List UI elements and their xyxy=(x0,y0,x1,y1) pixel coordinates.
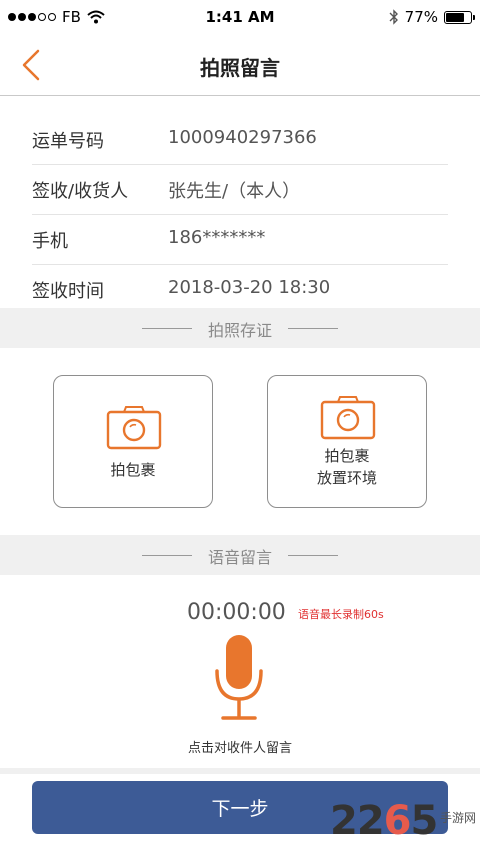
recording-timer: 00:00:00 xyxy=(187,600,286,625)
recording-limit-note: 语音最长录制60s xyxy=(298,608,384,621)
watermark-logo: 2265 xyxy=(330,798,439,844)
waybill-label: 运单号码 xyxy=(32,131,104,152)
status-right: 77% xyxy=(389,8,475,26)
photo-environment-label-1: 拍包裹 xyxy=(324,447,370,465)
phone-value: 186******* xyxy=(168,227,266,248)
photo-environment-button[interactable]: 拍包裹 放置环境 xyxy=(267,375,427,508)
battery-percent: 77% xyxy=(404,8,438,26)
info-row-waybill: 运单号码 1000940297366 xyxy=(32,115,448,165)
sign-time-label: 签收时间 xyxy=(32,281,104,302)
microphone-icon[interactable] xyxy=(213,633,265,721)
info-row-phone: 手机 186******* xyxy=(32,215,448,265)
nav-bar: 拍照留言 xyxy=(0,34,480,96)
microphone-caption: 点击对收件人留言 xyxy=(187,741,292,756)
battery-icon xyxy=(444,10,475,24)
watermark-part-a: 22 xyxy=(330,798,385,844)
divider-line xyxy=(288,328,338,329)
sign-time-value: 2018-03-20 18:30 xyxy=(168,277,331,298)
watermark-sub: 手游网 xyxy=(440,811,477,825)
bluetooth-icon xyxy=(389,9,398,25)
photo-package-button[interactable]: 拍包裹 xyxy=(53,375,213,508)
camera-icon xyxy=(106,406,162,450)
status-bar: FB 1:41 AM 77% xyxy=(0,0,480,34)
watermark-part-b: 6 xyxy=(383,798,412,844)
photo-package-label: 拍包裹 xyxy=(110,461,156,479)
photo-environment-label-2: 放置环境 xyxy=(316,469,377,487)
divider-line xyxy=(288,555,338,556)
receiver-label: 签收/收货人 xyxy=(32,181,129,202)
info-row-receiver: 签收/收货人 张先生/（本人） xyxy=(32,165,448,215)
waybill-value: 1000940297366 xyxy=(168,127,317,148)
battery-fill xyxy=(446,12,465,22)
voice-section-title: 语音留言 xyxy=(207,548,272,567)
photo-section-header: 拍照存证 xyxy=(0,308,480,348)
voice-section-header: 语音留言 xyxy=(0,535,480,575)
waybill-info: 运单号码 1000940297366 签收/收货人 张先生/（本人） 手机 18… xyxy=(0,115,480,315)
phone-label: 手机 xyxy=(32,231,68,252)
receiver-value: 张先生/（本人） xyxy=(168,181,301,202)
watermark-part-c: 5 xyxy=(410,798,439,844)
camera-icon xyxy=(320,396,376,440)
photo-section-title: 拍照存证 xyxy=(207,321,272,340)
page-title: 拍照留言 xyxy=(200,56,280,80)
footer-divider xyxy=(0,768,480,774)
